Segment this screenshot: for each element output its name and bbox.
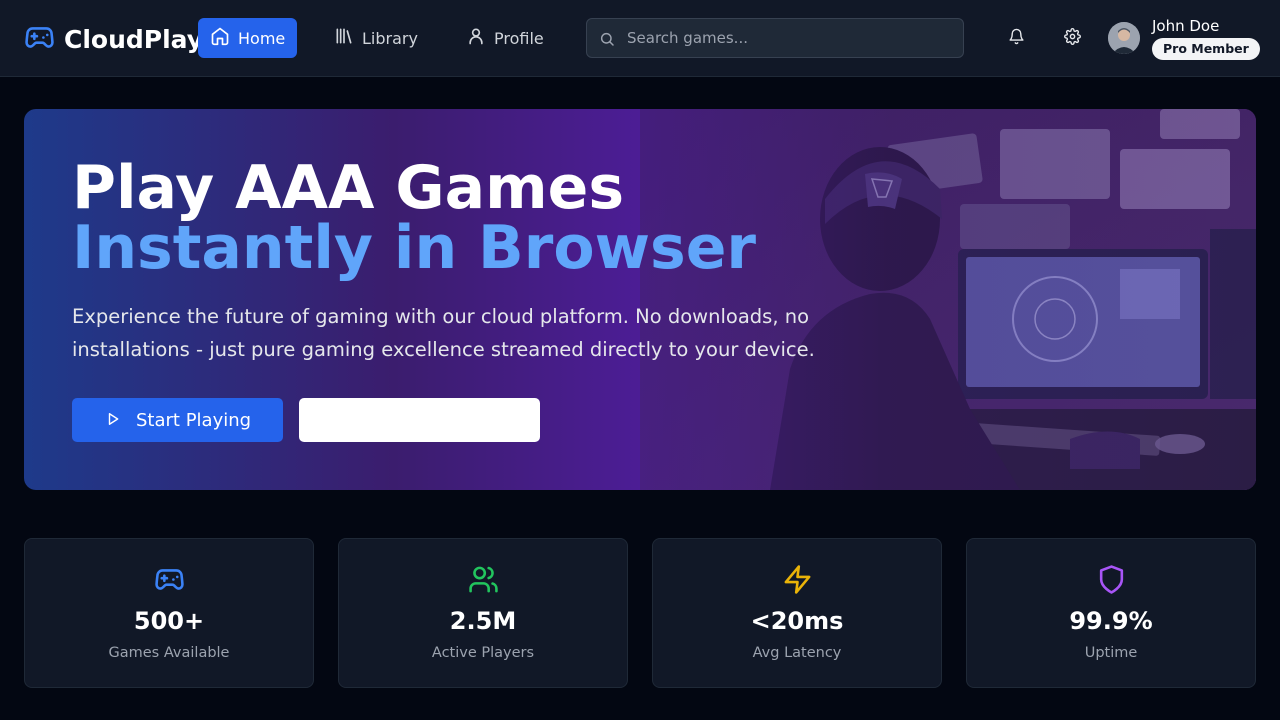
- hero-banner: Play AAA Games Instantly in Browser Expe…: [24, 109, 1256, 490]
- user-icon: [466, 26, 486, 50]
- start-playing-label: Start Playing: [136, 409, 252, 431]
- stat-label: Avg Latency: [752, 645, 842, 661]
- stat-card-uptime: 99.9% Uptime: [966, 538, 1256, 688]
- bell-icon: [1008, 28, 1025, 49]
- library-icon: [334, 26, 354, 50]
- start-playing-button[interactable]: Start Playing: [72, 398, 283, 442]
- users-icon: [339, 564, 627, 595]
- hero-title-line2: Instantly in Browser: [72, 213, 757, 283]
- shield-icon: [967, 564, 1255, 595]
- secondary-button[interactable]: [299, 398, 540, 442]
- stat-card-latency: <20ms Avg Latency: [652, 538, 942, 688]
- stat-card-games: 500+ Games Available: [24, 538, 314, 688]
- nav-profile-label: Profile: [494, 28, 544, 48]
- stat-label: Games Available: [108, 645, 230, 661]
- stat-label: Active Players: [431, 645, 535, 661]
- stat-value: 2.5M: [449, 607, 517, 635]
- nav-home[interactable]: Home: [198, 18, 298, 58]
- hero-description: Experience the future of gaming with our…: [72, 305, 815, 361]
- logo[interactable]: CloudPlay: [24, 22, 203, 57]
- search-icon: [599, 31, 615, 51]
- nav-home-label: Home: [238, 28, 286, 48]
- stat-value: 500+: [133, 607, 205, 635]
- stat-card-players: 2.5M Active Players: [338, 538, 628, 688]
- membership-badge: Pro Member: [1152, 38, 1260, 60]
- stat-value: <20ms: [750, 607, 844, 635]
- home-icon: [210, 26, 230, 50]
- nav-library[interactable]: Library: [322, 18, 430, 58]
- nav-library-label: Library: [362, 28, 418, 48]
- zap-icon: [653, 564, 941, 595]
- user-name: John Doe: [1152, 17, 1220, 35]
- search-bar: [586, 18, 964, 58]
- nav-profile[interactable]: Profile: [454, 18, 556, 58]
- settings-button[interactable]: [1056, 22, 1088, 54]
- notifications-button[interactable]: [1000, 22, 1032, 54]
- stat-label: Uptime: [1084, 645, 1138, 661]
- top-navbar: CloudPlay Home Library Profile Search ga…: [0, 0, 1280, 77]
- search-input[interactable]: [627, 19, 957, 57]
- avatar[interactable]: [1108, 22, 1140, 54]
- gamepad-icon: [24, 22, 55, 57]
- gamepad-icon: [25, 564, 313, 595]
- app-name: CloudPlay: [64, 24, 204, 54]
- gear-icon: [1063, 27, 1081, 49]
- stat-value: 99.9%: [1069, 607, 1153, 635]
- play-icon: [106, 410, 120, 431]
